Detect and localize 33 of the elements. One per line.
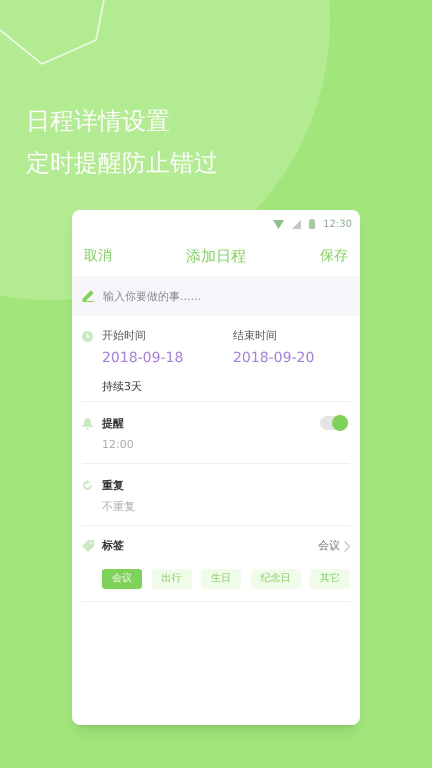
reminder-toggle[interactable] (320, 416, 348, 430)
task-input-field[interactable]: 输入你要做的事...... (72, 276, 360, 316)
start-date[interactable]: 2018-09-18 (102, 348, 233, 368)
duration-text: 持续3天 (102, 378, 143, 394)
chevron-right-icon (344, 540, 350, 552)
page-title: 添加日程 (186, 246, 246, 267)
reminder-time: 12:00 (102, 436, 135, 452)
cancel-button[interactable]: 取消 (84, 246, 112, 266)
reminder-label: 提醒 (102, 416, 125, 432)
headline-text: 定时提醒防止错过 (26, 148, 219, 178)
end-time-label: 结束时间 (233, 328, 278, 344)
start-time-label: 开始时间 (102, 328, 147, 344)
repeat-label: 重复 (102, 478, 125, 494)
selected-tag-link[interactable]: 会议 (318, 538, 350, 554)
repeat-icon (82, 480, 93, 491)
headline-text: 日程详情设置 (26, 106, 171, 136)
clock-icon (82, 331, 93, 342)
end-date[interactable]: 2018-09-20 (233, 348, 314, 368)
tag-chip[interactable]: 出行 (152, 568, 192, 588)
tag-chip[interactable]: 纪念日 (250, 568, 300, 588)
signal-icon (292, 220, 302, 228)
status-time: 12:30 (323, 218, 352, 232)
bell-icon (82, 418, 93, 430)
repeat-value: 不重复 (102, 498, 135, 514)
save-button[interactable]: 保存 (320, 246, 348, 266)
tag-chip[interactable]: 会议 (102, 568, 142, 588)
tags-label: 标签 (102, 538, 125, 554)
battery-icon (309, 219, 316, 229)
tag-chip[interactable]: 其它 (310, 568, 350, 588)
pencil-icon (82, 289, 95, 302)
tag-icon (82, 540, 94, 552)
tag-chip[interactable]: 生日 (201, 568, 241, 588)
wifi-icon (273, 220, 284, 228)
